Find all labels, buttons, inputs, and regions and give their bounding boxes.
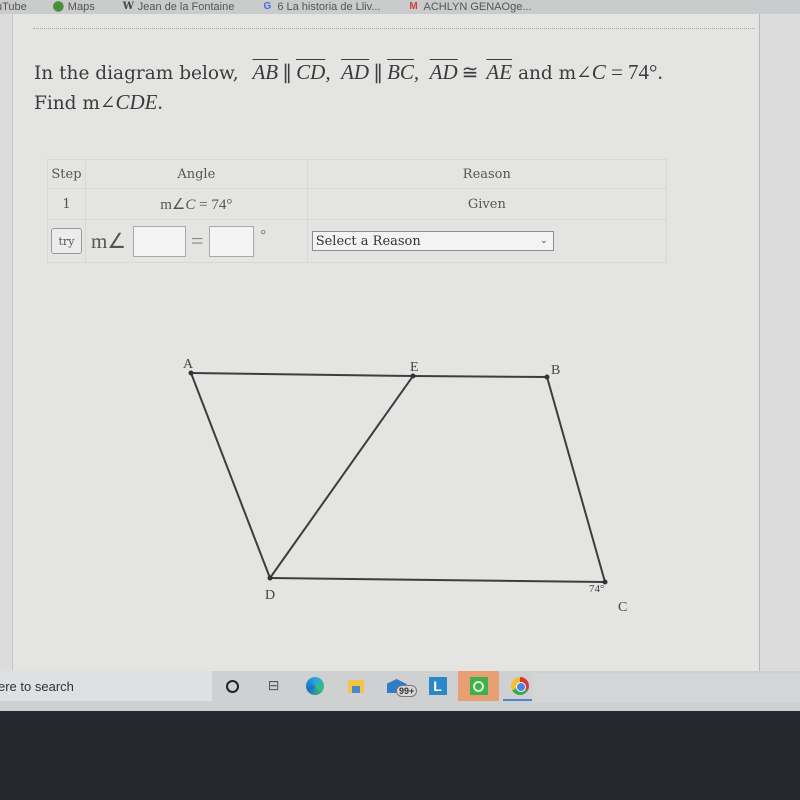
folder-icon	[347, 679, 364, 693]
angle-value: = 74°	[195, 196, 233, 213]
segment-ae: AE	[486, 60, 513, 84]
problem-statement: In the diagram below, AB ∥ CD, AD ∥ BC, AD ≅ A…	[34, 58, 663, 118]
green-app-button[interactable]	[458, 671, 499, 701]
segment-bc: BC	[387, 60, 414, 84]
chat-app-icon	[469, 677, 488, 695]
parallel-symbol: ∥	[282, 62, 293, 84]
bookmark-gmail[interactable]: M ACHLYN GENAOge...	[408, 1, 531, 13]
l-app-button[interactable]: L	[417, 671, 458, 701]
bookmark-maps[interactable]: ⬤ Maps	[53, 1, 95, 13]
taskbar-apps: ⊟ 99+ L	[212, 671, 540, 701]
parallel-symbol: ∥	[373, 62, 384, 84]
bookmarks-bar: uTube ⬤ Maps W Jean de la Fontaine G 6 L…	[0, 0, 800, 14]
segment-bc-line	[546, 376, 606, 583]
segment-dc-line	[269, 577, 606, 583]
divider	[33, 28, 755, 29]
geometry-diagram: A E B D C 74°	[183, 357, 627, 615]
problem-and-text: and m∠	[517, 63, 592, 84]
bookmark-label: 6 La historia de Lliv...	[277, 1, 381, 13]
label-d: D	[265, 588, 275, 603]
period: .	[157, 90, 163, 114]
segment-ab: AB	[252, 60, 279, 84]
segment-ad: AD	[341, 60, 370, 84]
congruent-symbol: ≅	[461, 62, 479, 84]
step-number: 1	[47, 188, 86, 220]
task-view-icon: ⊟	[267, 678, 280, 694]
segment-cd: CD	[296, 60, 326, 84]
mail-badge: 99+	[396, 685, 418, 697]
search-placeholder: ere to search	[0, 678, 74, 694]
chevron-down-icon: ⌄	[540, 236, 548, 246]
segment-ad-line	[190, 372, 271, 579]
angle-name-input[interactable]	[133, 225, 187, 257]
segment-ae-line	[190, 372, 414, 377]
bookmark-label: Jean de la Fontaine	[137, 1, 235, 13]
header-reason: Reason	[306, 159, 668, 189]
angle-c-label: 74°	[589, 583, 604, 595]
problem-intro: In the diagram below,	[34, 63, 239, 84]
step-angle: m∠C = 74°	[84, 188, 308, 220]
label-e: E	[410, 360, 419, 375]
bookmark-google[interactable]: G 6 La historia de Lliv...	[262, 1, 380, 13]
header-angle: Angle	[84, 159, 308, 189]
table-header-row: Step Angle Reason	[47, 159, 668, 189]
segment-de-line	[269, 375, 414, 579]
point-b	[544, 374, 550, 380]
table-row: 1 m∠C = 74° Given	[47, 188, 668, 220]
label-a: A	[183, 357, 194, 372]
bookmark-wikipedia[interactable]: W Jean de la Fontaine	[123, 1, 235, 13]
cortana-button[interactable]	[212, 671, 253, 701]
entry-row: try m∠ = ° Select a Reason ⌄	[47, 219, 668, 263]
angle-var: C	[185, 196, 196, 213]
segment-ad: AD	[429, 60, 458, 84]
content-panel: In the diagram below, AB ∥ CD, AD ∥ BC, AD ≅ A…	[12, 14, 760, 677]
windows-taskbar: ere to search ⊟ 99+ L	[0, 671, 800, 711]
equals-sign: =	[191, 228, 204, 253]
label-c: C	[618, 600, 627, 615]
wikipedia-icon: W	[122, 1, 134, 12]
proof-table: Step Angle Reason 1 m∠C = 74° Given try …	[47, 159, 668, 263]
target-angle: CDE	[115, 90, 158, 114]
edge-button[interactable]	[294, 671, 335, 701]
find-prefix: Find m∠	[34, 93, 116, 114]
reason-select[interactable]: Select a Reason ⌄	[311, 231, 554, 251]
angle-prefix: m∠	[160, 196, 186, 213]
cortana-icon	[226, 679, 239, 693]
point-d	[267, 575, 273, 581]
reason-entry-cell: Select a Reason ⌄	[306, 219, 668, 263]
angle-c-var: C	[591, 60, 606, 84]
browser-page: In the diagram below, AB ∥ CD, AD ∥ BC, AD ≅ A…	[0, 14, 800, 677]
bookmark-youtube[interactable]: uTube	[0, 1, 27, 13]
problem-line-1: In the diagram below, AB ∥ CD, AD ∥ BC, AD ≅ A…	[34, 60, 663, 84]
gmail-icon: M	[409, 1, 418, 12]
maps-pin-icon: ⬤	[52, 1, 64, 12]
l-app-icon: L	[428, 677, 447, 695]
taskbar-empty	[532, 673, 800, 703]
angle-prefix: m∠	[90, 228, 127, 253]
try-button[interactable]: try	[50, 228, 82, 254]
chrome-icon	[510, 677, 529, 695]
angle-c-value: = 74°.	[605, 60, 663, 84]
label-b: B	[551, 363, 560, 378]
step-reason: Given	[306, 188, 668, 220]
google-icon: G	[263, 1, 272, 12]
segment-eb-line	[412, 375, 548, 378]
bookmark-label: uTube	[0, 1, 27, 13]
taskbar-search[interactable]: ere to search	[0, 671, 212, 701]
degree-symbol: °	[260, 227, 267, 243]
angle-entry-cell: m∠ = °	[84, 219, 308, 263]
bookmark-label: Maps	[67, 1, 95, 13]
angle-value-input[interactable]	[208, 225, 254, 257]
mail-button[interactable]: 99+	[376, 671, 418, 701]
problem-line-2: Find m∠CDE.	[34, 88, 663, 118]
header-step: Step	[47, 159, 86, 189]
file-explorer-button[interactable]	[335, 671, 376, 701]
try-cell: try	[47, 219, 86, 263]
reason-select-value: Select a Reason	[315, 233, 421, 249]
monitor-bezel	[0, 711, 800, 800]
bookmark-label: ACHLYN GENAOge...	[423, 1, 532, 13]
edge-icon	[305, 677, 324, 695]
task-view-button[interactable]: ⊟	[253, 671, 294, 701]
